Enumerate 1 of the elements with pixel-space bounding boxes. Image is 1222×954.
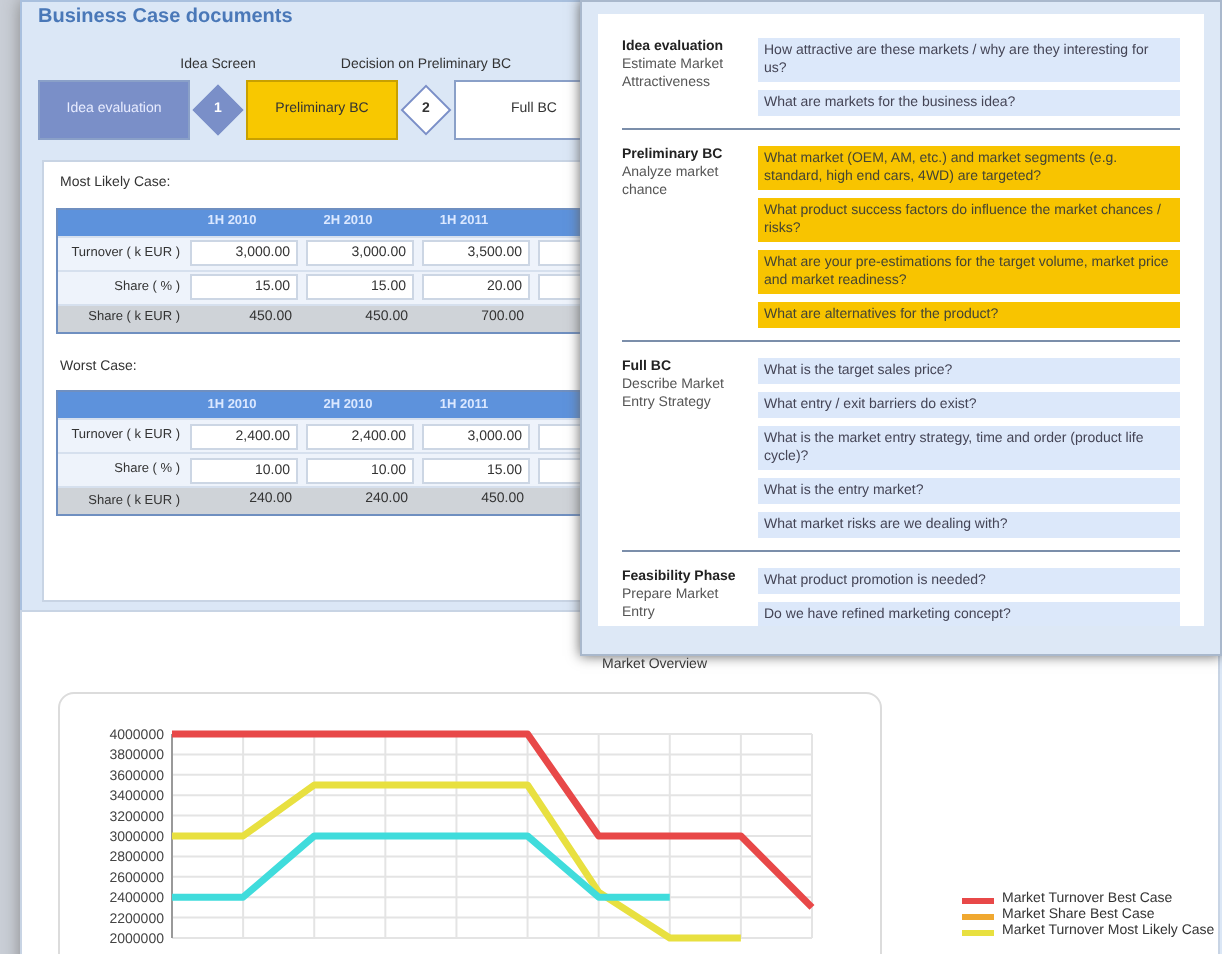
window-title: Business Case documents: [36, 4, 295, 28]
